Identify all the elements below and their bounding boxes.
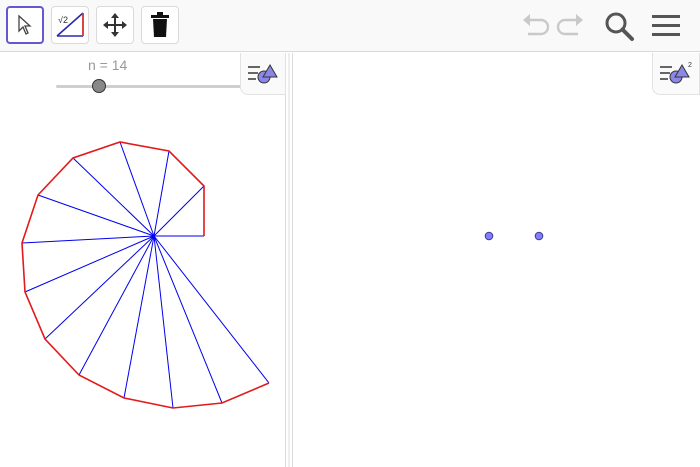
spoke (119, 141, 155, 237)
style-bar-button-right[interactable]: 2 (652, 53, 700, 95)
slider-label: n = 14 (88, 57, 128, 73)
spoke (78, 235, 155, 376)
spoke (37, 194, 155, 237)
style-bar-button-left[interactable] (240, 53, 286, 95)
point[interactable] (534, 231, 544, 241)
spoke (24, 235, 155, 293)
spoke (21, 235, 155, 244)
spiral-spokes (21, 141, 270, 409)
style-bar-icon (248, 64, 278, 84)
point[interactable] (484, 231, 494, 241)
spoke (153, 235, 270, 384)
spoke (153, 235, 223, 404)
spoke (72, 157, 155, 237)
style-bar-3d-icon: 2 (660, 62, 692, 84)
spoke (153, 235, 174, 409)
spiral-outer-edges (21, 141, 270, 409)
superscript-2-text: 2 (688, 62, 692, 69)
slider-track[interactable] (56, 85, 242, 88)
slider-knob[interactable] (92, 79, 106, 93)
